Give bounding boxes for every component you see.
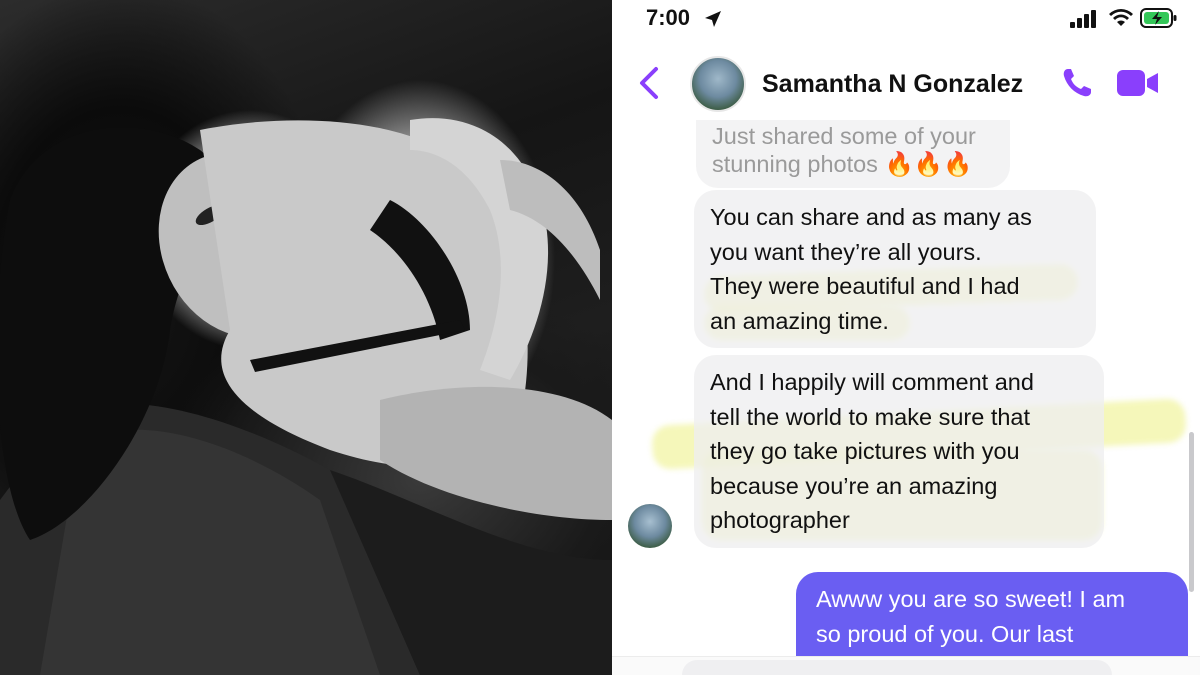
message-line: Just shared some of your: [712, 123, 976, 149]
message-line: an amazing time.: [710, 307, 889, 334]
message-line: You can share and as many as: [710, 204, 1032, 230]
message-bubble-incoming[interactable]: You can share and as many as you want th…: [694, 190, 1096, 348]
video-camera-icon[interactable]: [1116, 68, 1160, 98]
message-thread: Just shared some of your stunning photos…: [612, 120, 1200, 675]
message-line: tell the world to make sure that: [710, 403, 1031, 430]
cellular-signal-icon: [1070, 10, 1096, 28]
message-bubble-incoming[interactable]: And I happily will comment and tell the …: [694, 355, 1104, 548]
message-line: They were beautiful and I had: [710, 273, 1020, 299]
message-line: you want they’re all yours.: [710, 238, 982, 265]
scrollbar[interactable]: [1189, 432, 1194, 592]
photo-panel: [0, 0, 612, 675]
chat-header: Samantha N Gonzalez: [612, 50, 1200, 120]
message-line: photographer: [710, 507, 850, 533]
battery-charging-icon: [1140, 8, 1177, 28]
status-time: 7:00: [646, 5, 691, 30]
message-line: stunning photos 🔥🔥🔥: [712, 151, 973, 177]
chevron-left-icon[interactable]: [638, 66, 660, 100]
contact-avatar[interactable]: [690, 56, 746, 112]
wifi-icon: [1109, 9, 1133, 26]
message-line: And I happily will comment and: [710, 369, 1034, 395]
messenger-screen: 7:00 Samantha N Gonzalez Just shared som…: [612, 0, 1200, 675]
message-input[interactable]: [682, 660, 1112, 675]
message-line: they go take pictures with you: [710, 438, 1020, 464]
sender-avatar[interactable]: [628, 504, 672, 548]
message-bubble-incoming[interactable]: Just shared some of your stunning photos…: [696, 120, 1010, 188]
message-line: Awww you are so sweet! I am: [816, 586, 1126, 612]
location-arrow-icon: [705, 11, 721, 27]
contact-name[interactable]: Samantha N Gonzalez: [762, 70, 1023, 99]
status-bar: 7:00: [612, 0, 1200, 40]
message-line: so proud of you. Our last: [816, 620, 1074, 647]
photo-image: [0, 118, 612, 675]
message-line: because you’re an amazing: [710, 472, 998, 499]
phone-icon[interactable]: [1060, 66, 1094, 100]
